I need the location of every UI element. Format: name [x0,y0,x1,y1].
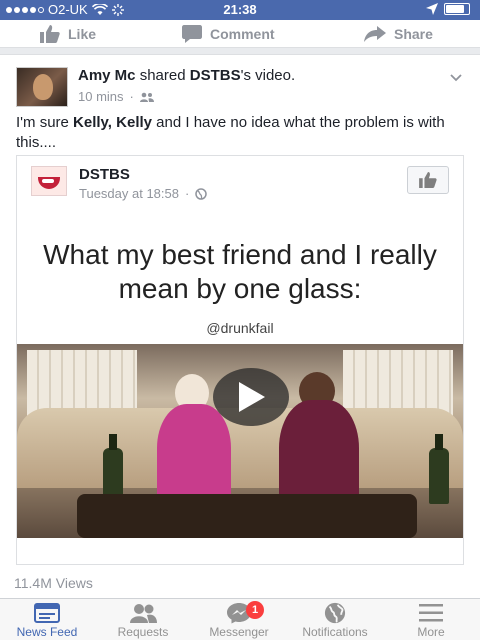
shared-verb: shared [139,67,186,84]
public-globe-icon [195,187,208,200]
tab-news-feed-label: News Feed [16,625,78,639]
view-count: 11.4M Views [14,575,93,591]
tab-requests-label: Requests [117,625,169,639]
video-caption: What my best friend and I really mean by… [43,239,437,304]
tab-news-feed[interactable]: News Feed [2,601,92,640]
battery-icon [444,3,470,15]
thumbs-up-icon [40,24,60,43]
meta-separator: · [184,186,190,201]
messenger-unread-badge: 1 [246,601,264,619]
shared-page-link[interactable]: DSTBS [190,67,241,84]
comment-button[interactable]: Comment [182,24,275,43]
page-avatar[interactable] [31,166,67,196]
friends-icon [130,604,157,623]
shared-suffix: 's video. [240,67,296,84]
tab-messenger[interactable]: Messenger 1 [194,601,284,640]
mention-kelly-1[interactable]: Kelly [73,114,108,131]
friends-audience-icon [139,92,154,102]
comment-icon [182,24,202,43]
mention-separator: , [107,114,117,131]
share-button[interactable]: Share [364,25,433,42]
clock: 21:38 [223,2,257,17]
comment-label: Comment [210,25,275,42]
share-arrow-icon [364,25,386,42]
tab-notifications[interactable]: Notifications [290,601,380,640]
post-time[interactable]: 10 mins [78,89,124,104]
author-name[interactable]: Amy Mc [78,67,136,84]
post-meta: 10 mins · [78,89,154,104]
status-bar: O2-UK 21:38 [0,0,480,20]
play-button[interactable] [213,368,289,426]
post-text-prefix: I'm sure [16,114,74,131]
post-text: I'm sure Kelly, Kelly and I have no idea… [16,113,456,153]
like-button[interactable]: Like [40,24,97,43]
tab-more[interactable]: More [386,601,476,640]
post-options-chevron-icon[interactable] [450,71,462,83]
video-caption-area: What my best friend and I really mean by… [17,214,463,344]
play-icon [239,382,265,412]
video-watermark-handle: @drunkfail [206,320,274,336]
shared-post-meta: Tuesday at 18:58 · [79,186,208,201]
tab-requests[interactable]: Requests [98,601,188,640]
globe-icon [324,602,346,624]
tab-messenger-label: Messenger [209,625,269,639]
tab-more-label: More [417,625,445,639]
bottom-tab-bar: News Feed Requests Messenger 1 Notificat… [0,598,480,640]
post-card: Amy Mc shared DSTBS's video. 10 mins · I… [0,54,480,600]
like-label: Like [68,25,97,42]
video-wine-bottle-right [429,434,449,504]
shared-video-post[interactable]: DSTBS Tuesday at 18:58 · What my best fr… [16,155,464,565]
previous-post-actions: Like Comment Share [0,20,480,48]
video-coffee-table [77,494,417,538]
post-header: Amy Mc shared DSTBS's video. [78,67,295,84]
share-label: Share [394,25,433,42]
page-name[interactable]: DSTBS [79,166,130,183]
video-player[interactable] [17,344,463,538]
news-feed-icon [34,603,60,623]
thumbs-up-icon [419,172,437,188]
location-arrow-icon [426,3,438,15]
meta-separator: · [129,89,134,104]
like-page-button[interactable] [407,166,449,194]
mention-kelly-2[interactable]: Kelly [116,114,152,131]
status-right [426,3,470,15]
tab-notifications-label: Notifications [302,625,368,639]
menu-icon [419,604,443,622]
shared-post-time[interactable]: Tuesday at 18:58 [79,186,179,201]
author-avatar[interactable] [16,67,68,107]
